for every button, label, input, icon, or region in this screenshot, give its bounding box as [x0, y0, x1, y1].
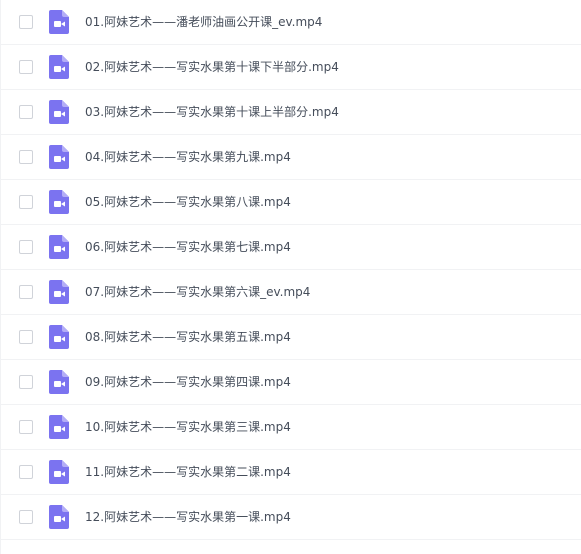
- row-checkbox[interactable]: [19, 510, 33, 524]
- video-file-icon: [49, 325, 69, 349]
- file-name[interactable]: 10.阿妹艺术——写实水果第三课.mp4: [85, 418, 291, 436]
- file-name[interactable]: 03.阿妹艺术——写实水果第十课上半部分.mp4: [85, 103, 339, 121]
- file-name[interactable]: 12.阿妹艺术——写实水果第一课.mp4: [85, 508, 291, 526]
- video-file-icon: [49, 145, 69, 169]
- file-row[interactable]: 12.阿妹艺术——写实水果第一课.mp4: [1, 495, 581, 540]
- file-name[interactable]: 02.阿妹艺术——写实水果第十课下半部分.mp4: [85, 58, 339, 76]
- file-name[interactable]: 05.阿妹艺术——写实水果第八课.mp4: [85, 193, 291, 211]
- row-checkbox[interactable]: [19, 330, 33, 344]
- file-name[interactable]: 06.阿妹艺术——写实水果第七课.mp4: [85, 238, 291, 256]
- row-checkbox[interactable]: [19, 105, 33, 119]
- row-checkbox[interactable]: [19, 195, 33, 209]
- row-checkbox[interactable]: [19, 465, 33, 479]
- video-file-icon: [49, 100, 69, 124]
- row-checkbox[interactable]: [19, 285, 33, 299]
- file-row[interactable]: 03.阿妹艺术——写实水果第十课上半部分.mp4: [1, 90, 581, 135]
- file-name[interactable]: 11.阿妹艺术——写实水果第二课.mp4: [85, 463, 291, 481]
- file-row[interactable]: 02.阿妹艺术——写实水果第十课下半部分.mp4: [1, 45, 581, 90]
- row-checkbox[interactable]: [19, 240, 33, 254]
- video-file-icon: [49, 415, 69, 439]
- row-checkbox[interactable]: [19, 150, 33, 164]
- row-checkbox[interactable]: [19, 15, 33, 29]
- file-row[interactable]: 07.阿妹艺术——写实水果第六课_ev.mp4: [1, 270, 581, 315]
- file-name[interactable]: 01.阿妹艺术——潘老师油画公开课_ev.mp4: [85, 13, 322, 31]
- row-checkbox[interactable]: [19, 420, 33, 434]
- file-name[interactable]: 04.阿妹艺术——写实水果第九课.mp4: [85, 148, 291, 166]
- video-file-icon: [49, 10, 69, 34]
- file-name[interactable]: 09.阿妹艺术——写实水果第四课.mp4: [85, 373, 291, 391]
- file-row[interactable]: 05.阿妹艺术——写实水果第八课.mp4: [1, 180, 581, 225]
- file-row[interactable]: 04.阿妹艺术——写实水果第九课.mp4: [1, 135, 581, 180]
- video-file-icon: [49, 370, 69, 394]
- file-row[interactable]: 06.阿妹艺术——写实水果第七课.mp4: [1, 225, 581, 270]
- file-row[interactable]: 01.阿妹艺术——潘老师油画公开课_ev.mp4: [1, 0, 581, 45]
- file-row[interactable]: 10.阿妹艺术——写实水果第三课.mp4: [1, 405, 581, 450]
- video-file-icon: [49, 505, 69, 529]
- video-file-icon: [49, 55, 69, 79]
- video-file-icon: [49, 235, 69, 259]
- row-checkbox[interactable]: [19, 60, 33, 74]
- file-name[interactable]: 08.阿妹艺术——写实水果第五课.mp4: [85, 328, 291, 346]
- video-file-icon: [49, 280, 69, 304]
- file-list: 01.阿妹艺术——潘老师油画公开课_ev.mp4 02.阿妹艺术——写实水果第十…: [0, 0, 581, 554]
- row-checkbox[interactable]: [19, 375, 33, 389]
- file-row[interactable]: 11.阿妹艺术——写实水果第二课.mp4: [1, 450, 581, 495]
- file-row[interactable]: 08.阿妹艺术——写实水果第五课.mp4: [1, 315, 581, 360]
- file-name[interactable]: 07.阿妹艺术——写实水果第六课_ev.mp4: [85, 283, 310, 301]
- video-file-icon: [49, 460, 69, 484]
- file-row[interactable]: 09.阿妹艺术——写实水果第四课.mp4: [1, 360, 581, 405]
- video-file-icon: [49, 190, 69, 214]
